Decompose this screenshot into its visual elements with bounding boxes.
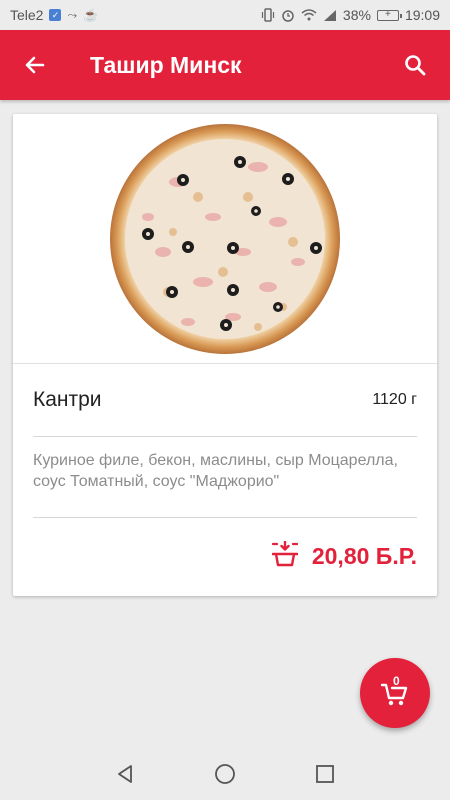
vibrate-icon [261, 8, 275, 22]
product-weight: 1120 г [372, 391, 417, 408]
nav-back-button[interactable] [105, 754, 145, 794]
coffee-icon: ☕ [83, 8, 99, 22]
carrier-name: Tele2 [10, 7, 44, 23]
status-right: 38% + 19:09 [261, 7, 440, 23]
nav-home-button[interactable] [205, 754, 245, 794]
search-icon [405, 55, 426, 76]
page-title: Ташир Минск [90, 51, 242, 78]
cart-fab[interactable]: 0 [360, 658, 430, 728]
nav-recents-button[interactable] [305, 754, 345, 794]
product-details: Кантри 1120 г Куриное филе, бекон, масли… [13, 364, 437, 594]
battery-percent: 38% [342, 7, 371, 23]
title-row: Кантри 1120 г [33, 364, 417, 437]
app-bar: Ташир Минск [0, 30, 450, 100]
pizza-image [110, 123, 340, 354]
arrow-left-icon [25, 56, 45, 74]
product-card[interactable]: Кантри 1120 г Куриное филе, бекон, масли… [13, 114, 437, 596]
product-name: Кантри [33, 388, 102, 411]
wifi-icon [301, 9, 317, 21]
signal-location-icon: ⤳ [67, 7, 78, 22]
status-bar: Tele2 ✓ ⤳ ☕ 38% + 19:09 [0, 0, 450, 30]
system-nav-bar [0, 748, 450, 800]
clock: 19:09 [404, 7, 440, 23]
price-row: 20,80 Б.Р. [33, 518, 417, 594]
battery-icon: + [376, 9, 402, 21]
signal-icon [323, 9, 337, 21]
product-image [13, 114, 437, 364]
search-button[interactable] [380, 30, 450, 100]
sim-icon: ✓ [49, 9, 62, 21]
product-description: Куриное филе, бекон, маслины, сыр Моцаре… [33, 437, 417, 518]
back-button[interactable] [0, 30, 70, 100]
product-price: 20,80 Б.Р. [311, 542, 417, 569]
square-recents-icon [316, 765, 334, 783]
triangle-back-icon [118, 765, 132, 783]
basket-add-icon [271, 540, 299, 566]
circle-home-icon [215, 764, 235, 784]
cart-count: 0 [393, 674, 400, 688]
alarm-icon [281, 8, 295, 22]
add-to-cart-button[interactable] [271, 540, 299, 572]
status-left: Tele2 ✓ ⤳ ☕ [10, 7, 98, 23]
